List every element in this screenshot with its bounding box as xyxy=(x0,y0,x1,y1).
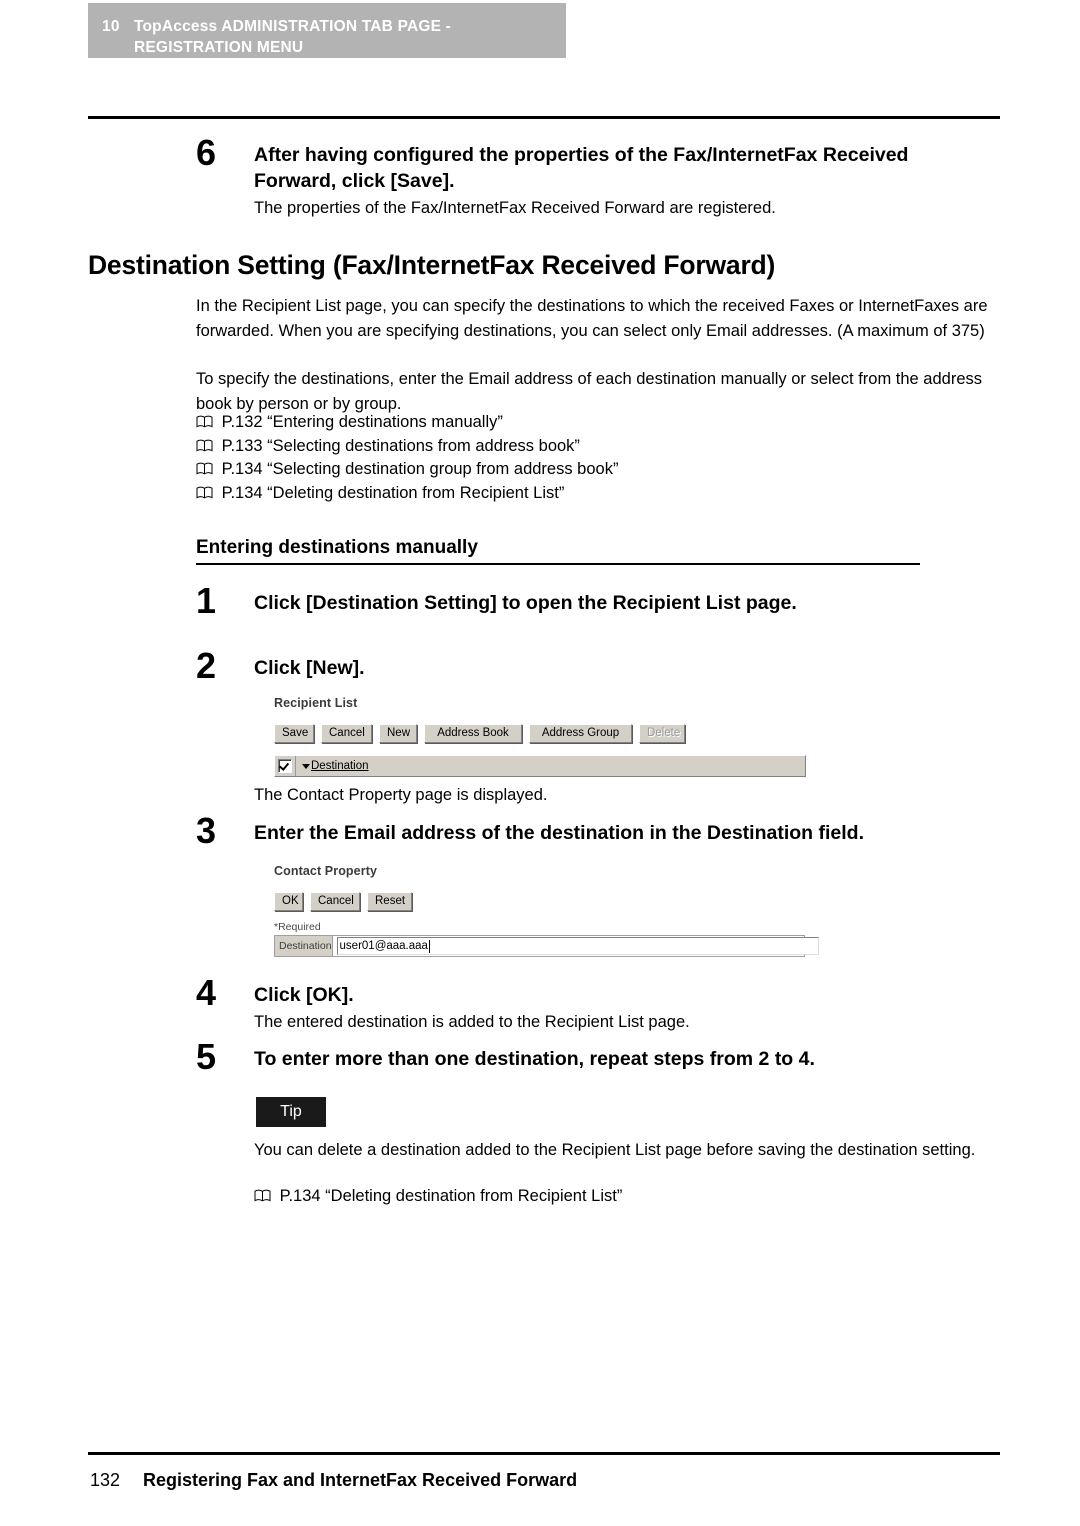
section-paragraph-2: To specify the destinations, enter the E… xyxy=(196,370,983,413)
xref-label: P.134 “Selecting destination group from … xyxy=(221,460,619,478)
contact-property-title: Contact Property xyxy=(274,864,378,878)
section-paragraph-1: In the Recipient List page, you can spec… xyxy=(196,297,988,340)
cancel-button[interactable]: Cancel xyxy=(310,892,360,911)
step-5-number: 5 xyxy=(196,1036,217,1077)
recipient-list-title: Recipient List xyxy=(274,696,358,710)
required-note: *Required xyxy=(274,921,321,933)
footer-divider xyxy=(88,1452,1000,1455)
new-button[interactable]: New xyxy=(379,724,417,743)
destination-form-row: Destination user01@aaa.aaa xyxy=(274,935,819,957)
header-divider xyxy=(88,116,1000,119)
step-5-title: To enter more than one destination, repe… xyxy=(254,1048,815,1070)
subsection-heading: Entering destinations manually xyxy=(196,537,478,558)
recipient-list-screenshot: Recipient List Save Cancel New Address B… xyxy=(274,696,808,777)
step-6-number: 6 xyxy=(196,132,217,173)
xref-item[interactable]: P.134 “Deleting destination from Recipie… xyxy=(254,1185,1060,1209)
book-icon xyxy=(196,415,213,428)
delete-button: Delete xyxy=(639,724,685,743)
page-number: 132 xyxy=(90,1470,121,1490)
destination-input-value: user01@aaa.aaa xyxy=(339,940,428,952)
step-3-number: 3 xyxy=(196,810,217,851)
tip-xref-list: P.134 “Deleting destination from Recipie… xyxy=(254,1185,1060,1209)
step-5: 5 To enter more than one destination, re… xyxy=(196,1039,996,1075)
step-6: 6 After having configured the properties… xyxy=(196,135,996,220)
step-2-title: Click [New]. xyxy=(254,657,365,679)
xref-item[interactable]: P.133 “Selecting destinations from addre… xyxy=(196,435,1002,459)
xref-label: P.134 “Deleting destination from Recipie… xyxy=(221,483,565,502)
tip-body: You can delete a destination added to th… xyxy=(254,1141,976,1159)
tip-badge: Tip xyxy=(256,1097,326,1127)
recipient-list-toolbar: Save Cancel New Address Book Address Gro… xyxy=(274,724,808,743)
contact-property-screenshot: Contact Property OK Cancel Reset *Requir… xyxy=(274,864,819,957)
step-4-body: The entered destination is added to the … xyxy=(254,1013,690,1031)
step-2: 2 Click [New]. xyxy=(196,648,996,684)
book-icon xyxy=(196,462,213,475)
chevron-down-icon xyxy=(302,763,310,769)
contact-property-toolbar: OK Cancel Reset xyxy=(274,892,808,911)
section-xref-list: P.132 “Entering destinations manually” P… xyxy=(196,411,1002,505)
step-6-title: After having configured the properties o… xyxy=(254,144,909,192)
xref-label: P.134 “Deleting destination from Recipie… xyxy=(279,1187,623,1205)
destination-input[interactable]: user01@aaa.aaa xyxy=(336,937,819,955)
book-icon xyxy=(196,486,213,499)
xref-item[interactable]: P.134 “Selecting destination group from … xyxy=(196,458,1002,482)
ok-button[interactable]: OK xyxy=(274,892,303,911)
address-group-button[interactable]: Address Group xyxy=(529,724,632,743)
destination-field-label: Destination xyxy=(275,936,333,956)
step-1-number: 1 xyxy=(196,580,217,621)
step-3-title: Enter the Email address of the destinati… xyxy=(254,822,865,844)
book-icon xyxy=(196,439,213,452)
text-caret xyxy=(428,939,430,953)
step-6-body: The properties of the Fax/InternetFax Re… xyxy=(254,199,776,217)
section-heading: Destination Setting (Fax/InternetFax Rec… xyxy=(88,250,776,280)
address-book-button[interactable]: Address Book xyxy=(424,724,522,743)
step-1: 1 Click [Destination Setting] to open th… xyxy=(196,583,996,619)
recipient-list-column-header: Destination xyxy=(274,755,806,777)
running-header-banner: 10 TopAccess ADMINISTRATION TAB PAGE - R… xyxy=(88,3,566,58)
subsection-heading-block: Entering destinations manually xyxy=(196,536,920,565)
step-4-number: 4 xyxy=(196,972,217,1013)
document-page: 10 TopAccess ADMINISTRATION TAB PAGE - R… xyxy=(0,0,1080,1526)
step-4: 4 Click [OK]. The entered destination is… xyxy=(196,975,996,1034)
xref-item[interactable]: P.132 “Entering destinations manually” xyxy=(196,411,1002,435)
chapter-title: TopAccess ADMINISTRATION TAB PAGE - REGI… xyxy=(134,18,452,56)
step-4-title: Click [OK]. xyxy=(254,984,354,1006)
step-3: 3 Enter the Email address of the destina… xyxy=(196,813,996,849)
select-all-checkbox-cell[interactable] xyxy=(275,756,296,776)
xref-label: P.133 “Selecting destinations from addre… xyxy=(221,436,580,455)
destination-column-header[interactable]: Destination xyxy=(296,756,369,776)
subsection-divider xyxy=(196,563,920,565)
reset-button[interactable]: Reset xyxy=(367,892,412,911)
step-2-body: The Contact Property page is displayed. xyxy=(254,786,548,804)
xref-item[interactable]: P.134 “Deleting destination from Recipie… xyxy=(196,482,1002,506)
step-1-title: Click [Destination Setting] to open the … xyxy=(254,592,797,614)
destination-field-cell: user01@aaa.aaa xyxy=(333,936,819,956)
cancel-button[interactable]: Cancel xyxy=(321,724,372,743)
save-button[interactable]: Save xyxy=(274,724,314,743)
step-2-number: 2 xyxy=(196,645,217,686)
chapter-number: 10 xyxy=(102,18,120,35)
destination-column-label: Destination xyxy=(311,760,369,772)
footer-title: Registering Fax and InternetFax Received… xyxy=(143,1470,578,1490)
select-all-checkbox[interactable] xyxy=(278,759,292,773)
book-icon xyxy=(254,1189,271,1202)
xref-label: P.132 “Entering destinations manually” xyxy=(221,413,503,431)
